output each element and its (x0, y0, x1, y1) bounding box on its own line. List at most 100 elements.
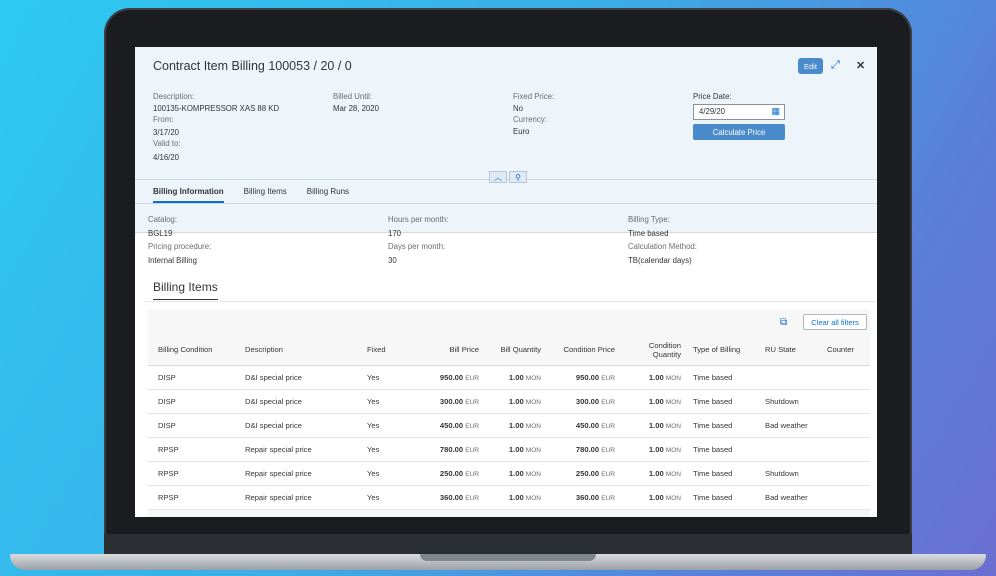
tab-billing-runs[interactable]: Billing Runs (307, 187, 349, 203)
condition-quantity-cell: 1.00 MON (621, 365, 687, 390)
billing-condition-cell: DISP (148, 413, 239, 438)
counter-cell (821, 485, 870, 510)
condition-price-value: 360.00 (575, 492, 600, 502)
currency-unit: EUR (465, 494, 479, 502)
pin-icon[interactable]: ⚲ (509, 171, 527, 183)
table-row[interactable]: RPSP Repair special price Yes 360.00 EUR 1.0… (148, 485, 870, 510)
billing-type-value: Time based (628, 228, 669, 238)
ru-state-cell (759, 365, 821, 390)
page-title: Contract Item Billing 100053 / 20 / 0 (153, 59, 352, 73)
app-screen: Contract Item Billing 100053 / 20 / 0 Ed… (135, 47, 877, 517)
bill-quantity-value: 1.00 (508, 372, 524, 382)
edit-button[interactable]: Edit (798, 58, 823, 74)
table-header-row: Billing Condition Description Fixed Bill… (148, 335, 870, 366)
from-value: 3/17/20 (153, 127, 180, 137)
price-date-input[interactable]: 4/29/20 ▦ (693, 104, 785, 120)
ru-state-cell (759, 437, 821, 462)
bill-quantity-cell: 1.00 MON (485, 365, 547, 390)
billed-until-field: Billed Until: Mar 28, 2020 (333, 91, 379, 114)
copy-icon[interactable]: ⧉ (780, 317, 787, 328)
column-header[interactable]: Counter (821, 335, 870, 366)
column-header[interactable]: RU State (759, 335, 821, 366)
currency-unit: EUR (601, 494, 615, 502)
bill-price-cell: 250.00 EUR (421, 461, 485, 486)
quantity-unit: MON (525, 446, 541, 454)
type-of-billing-cell: Time based (687, 389, 759, 414)
description-value: 100135-KOMPRESSOR XAS 88 KD (153, 103, 280, 113)
currency-unit: EUR (465, 398, 479, 406)
bill-quantity-cell: 1.00 MON (485, 413, 547, 438)
column-header[interactable]: Condition Quantity (621, 335, 687, 366)
table-row[interactable]: DISP D&I special price Yes 300.00 EUR 1.00 M… (148, 389, 870, 414)
condition-price-cell: 450.00 EUR (547, 413, 621, 438)
description-field: Description: 100135-KOMPRESSOR XAS 88 KD… (153, 91, 279, 163)
condition-price-value: 780.00 (575, 444, 600, 454)
section-divider (145, 301, 875, 302)
counter-cell (821, 413, 870, 438)
catalog-label: Catalog: (148, 215, 178, 224)
price-date-label: Price Date: (693, 92, 732, 101)
ru-state-cell: Shutdown (759, 461, 821, 486)
table-row[interactable]: DISP D&I special price Yes 950.00 EUR 1.00 M… (148, 365, 870, 390)
column-header[interactable]: Bill Price (421, 335, 485, 366)
bill-price-value: 950.00 (439, 372, 464, 382)
ru-state-cell: Shutdown (759, 389, 821, 414)
hours-per-month-label: Hours per month: (388, 215, 449, 224)
tab-billing-items[interactable]: Billing Items (244, 187, 287, 203)
quantity-unit: MON (665, 398, 681, 406)
column-header[interactable]: Condition Price (547, 335, 621, 366)
currency-unit: EUR (465, 470, 479, 478)
laptop-notch (420, 554, 596, 561)
quantity-unit: MON (665, 446, 681, 454)
billed-until-label: Billed Until: (333, 92, 372, 101)
quantity-unit: MON (525, 422, 541, 430)
quantity-unit: MON (665, 494, 681, 502)
quantity-unit: MON (665, 470, 681, 478)
description-label: Description: (153, 92, 195, 101)
description-cell: D&I special price (239, 389, 361, 414)
quantity-unit: MON (525, 398, 541, 406)
clear-filters-button[interactable]: Clear all filters (803, 314, 867, 330)
fixed-price-field: Fixed Price: No Currency: Euro (513, 91, 554, 137)
bill-price-cell: 780.00 EUR (421, 437, 485, 462)
pricing-procedure-value: Internal Billing (148, 255, 197, 265)
table-row[interactable]: DISP D&I special price Yes 450.00 EUR 1.00 M… (148, 413, 870, 438)
billing-condition-cell: RPSP (148, 461, 239, 486)
quantity-unit: MON (665, 422, 681, 430)
quantity-unit: MON (525, 374, 541, 382)
condition-price-value: 300.00 (575, 396, 600, 406)
column-header[interactable]: Type of Billing (687, 335, 759, 366)
bill-quantity-cell: 1.00 MON (485, 389, 547, 414)
currency-unit: EUR (601, 446, 615, 454)
calculate-price-button[interactable]: Calculate Price (693, 124, 785, 140)
calendar-icon[interactable]: ▦ (771, 106, 780, 117)
tab-billing-information[interactable]: Billing Information (153, 187, 224, 203)
condition-price-cell: 250.00 EUR (547, 461, 621, 486)
billing-type-info: Billing Type: Time based Calculation Met… (628, 213, 697, 267)
fixed-price-label: Fixed Price: (513, 92, 555, 101)
bill-price-cell: 360.00 EUR (421, 485, 485, 510)
column-header[interactable]: Billing Condition (148, 335, 239, 366)
currency-unit: EUR (601, 374, 615, 382)
collapse-header-icon[interactable]: ︿ (489, 171, 507, 183)
description-cell: Repair special price (239, 485, 361, 510)
column-header[interactable]: Bill Quantity (485, 335, 547, 366)
days-per-month-value: 30 (388, 255, 397, 265)
column-header[interactable]: Description (239, 335, 361, 366)
bill-quantity-value: 1.00 (508, 420, 524, 430)
table-row[interactable]: RPSP Repair special price Yes 780.00 EUR 1.0… (148, 437, 870, 462)
laptop-chin (104, 534, 912, 556)
valid-to-label: Valid to: (153, 139, 181, 148)
bill-quantity-cell: 1.00 MON (485, 485, 547, 510)
type-of-billing-cell: Time based (687, 413, 759, 438)
column-header[interactable]: Fixed (361, 335, 421, 366)
condition-quantity-value: 1.00 (648, 444, 664, 454)
days-per-month-label: Days per month: (388, 242, 446, 251)
fixed-price-value: No (513, 103, 523, 113)
fixed-cell: Yes (361, 437, 421, 462)
close-icon[interactable]: ✕ (856, 59, 865, 72)
type-of-billing-cell: Time based (687, 461, 759, 486)
table-row[interactable]: RPSP Repair special price Yes 250.00 EUR 1.0… (148, 461, 870, 486)
fullscreen-icon[interactable]: ⤢ (831, 59, 840, 72)
fixed-cell: Yes (361, 461, 421, 486)
